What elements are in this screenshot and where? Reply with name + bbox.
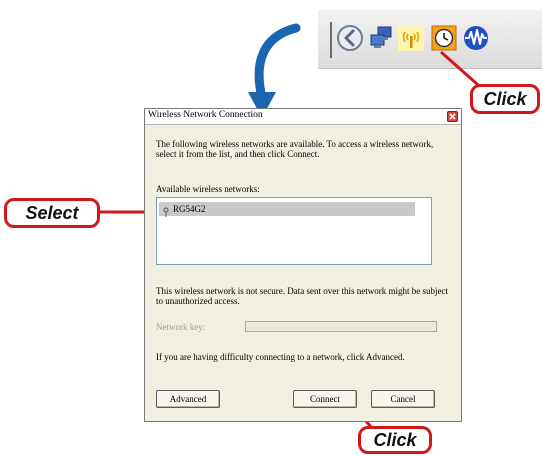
- connect-click-callout: Click: [358, 426, 432, 454]
- connect-button[interactable]: Connect: [293, 390, 357, 408]
- help-text: If you are having difficulty connecting …: [156, 352, 405, 362]
- tray-click-callout: Click: [470, 84, 540, 114]
- network-key-label: Network key:: [156, 322, 206, 332]
- intro-text: The following wireless networks are avai…: [156, 139, 434, 159]
- network-list[interactable]: RG54G2: [156, 197, 432, 265]
- wireless-network-icon: [161, 204, 171, 222]
- available-networks-label: Available wireless networks:: [156, 184, 260, 194]
- list-item-network[interactable]: RG54G2: [159, 202, 415, 217]
- dialog-title: Wireless Network Connection: [148, 110, 263, 120]
- close-icon[interactable]: [447, 111, 458, 122]
- network-key-field[interactable]: [245, 321, 437, 332]
- title-bar[interactable]: Wireless Network Connection: [145, 109, 461, 125]
- select-callout: Select: [4, 198, 100, 228]
- security-warning-text: This wireless network is not secure. Dat…: [156, 286, 448, 306]
- wireless-network-dialog: Wireless Network Connection The followin…: [144, 108, 462, 422]
- network-name: RG54G2: [173, 204, 206, 214]
- advanced-button[interactable]: Advanced: [156, 390, 220, 408]
- cancel-button[interactable]: Cancel: [371, 390, 435, 408]
